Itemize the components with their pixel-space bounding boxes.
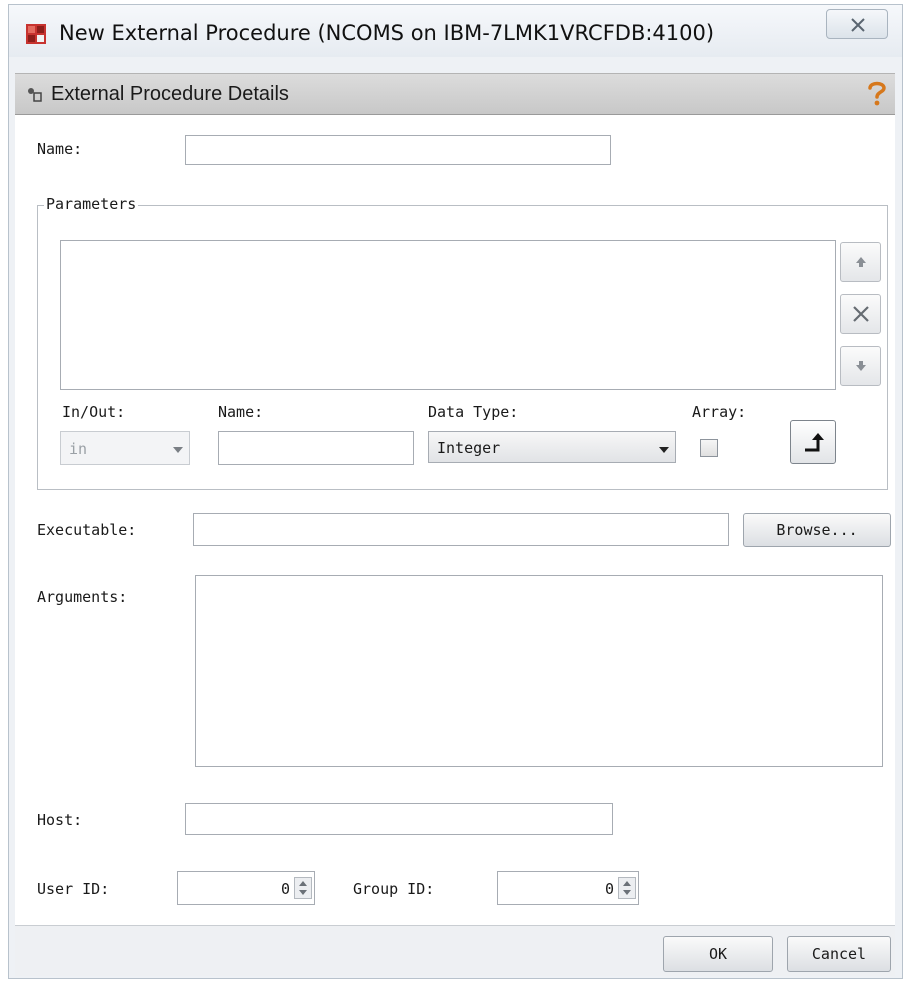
- add-parameter-button[interactable]: [790, 420, 836, 464]
- red-grid-app-icon: [25, 23, 47, 45]
- data-type-value: Integer: [437, 439, 501, 457]
- in-out-label: In/Out:: [62, 403, 126, 421]
- name-input[interactable]: [185, 135, 611, 165]
- dialog-window: New External Procedure (NCOMS on IBM-7LM…: [8, 4, 903, 979]
- arrow-down-icon: [855, 361, 866, 371]
- arguments-textarea[interactable]: [195, 575, 883, 767]
- ok-button[interactable]: OK: [663, 936, 773, 972]
- spinner-arrows-icon[interactable]: [618, 877, 636, 899]
- form-panel: Name: Parameters In/Out: in Name: Data T…: [15, 115, 895, 925]
- close-button[interactable]: [826, 9, 888, 39]
- data-type-select[interactable]: Integer: [428, 431, 676, 463]
- executable-label: Executable:: [37, 521, 137, 539]
- cancel-button[interactable]: Cancel: [787, 936, 891, 972]
- close-x-icon: [851, 18, 865, 32]
- arrow-up-icon: [855, 257, 866, 267]
- arguments-label: Arguments:: [37, 588, 128, 606]
- parameters-group: Parameters In/Out: in Name: Data Type: I…: [37, 195, 888, 490]
- in-out-select[interactable]: in: [60, 431, 190, 465]
- in-out-value: in: [69, 440, 88, 458]
- user-id-value: 0: [280, 880, 290, 898]
- chevron-down-icon: [173, 447, 183, 453]
- insert-arrow-icon: [805, 433, 824, 452]
- array-checkbox[interactable]: [700, 439, 718, 457]
- dialog-footer: OK Cancel: [15, 925, 895, 976]
- parameters-list[interactable]: [60, 240, 836, 390]
- group-id-label: Group ID:: [353, 880, 435, 898]
- browse-button[interactable]: Browse...: [743, 513, 891, 547]
- remove-parameter-button[interactable]: [840, 294, 881, 334]
- spinner-arrows-icon[interactable]: [294, 877, 312, 899]
- question-mark-help-icon[interactable]: [865, 79, 889, 107]
- name-label: Name:: [37, 140, 83, 158]
- x-delete-icon: [852, 306, 869, 322]
- host-input[interactable]: [185, 803, 613, 835]
- chevron-down-icon: [659, 447, 669, 453]
- user-id-spinner[interactable]: 0: [177, 871, 315, 905]
- array-label: Array:: [692, 403, 747, 421]
- user-id-label: User ID:: [37, 880, 110, 898]
- move-down-button[interactable]: [840, 346, 881, 386]
- section-title: External Procedure Details: [51, 83, 289, 105]
- move-up-button[interactable]: [840, 242, 881, 282]
- group-id-value: 0: [604, 880, 614, 898]
- section-header: External Procedure Details: [15, 73, 895, 115]
- host-label: Host:: [37, 811, 83, 829]
- parameters-group-title: Parameters: [44, 195, 139, 213]
- title-bar: New External Procedure (NCOMS on IBM-7LM…: [9, 5, 902, 57]
- procedure-icon: [27, 87, 43, 103]
- data-type-label: Data Type:: [428, 403, 519, 421]
- param-name-input[interactable]: [218, 431, 414, 465]
- window-title: New External Procedure (NCOMS on IBM-7LM…: [59, 21, 715, 45]
- group-id-spinner[interactable]: 0: [497, 871, 639, 905]
- param-name-label: Name:: [218, 403, 264, 421]
- executable-input[interactable]: [193, 513, 729, 546]
